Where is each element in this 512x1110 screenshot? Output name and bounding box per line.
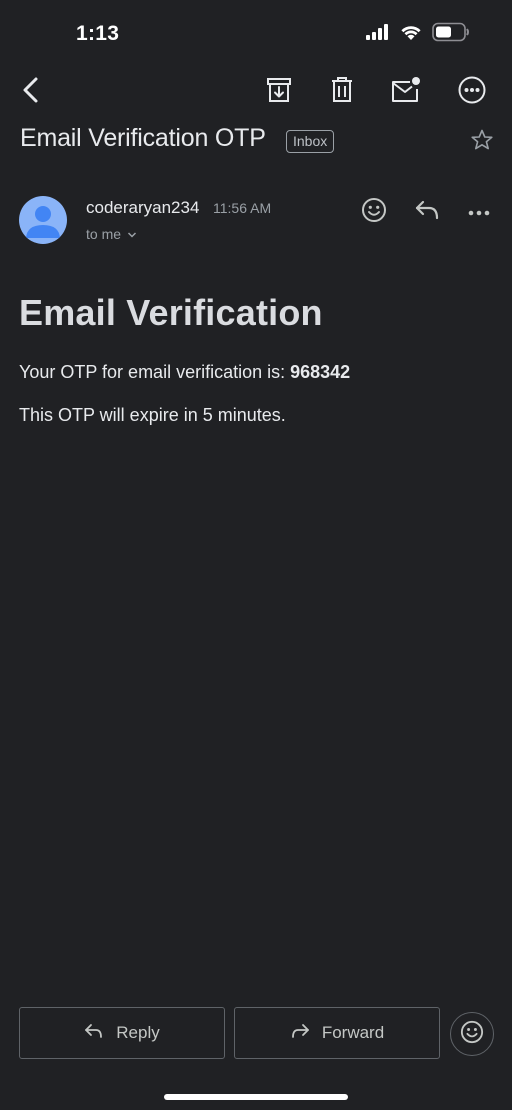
subject-row: Email Verification OTP Inbox: [20, 122, 493, 162]
more-horizontal-icon: [468, 203, 490, 221]
cellular-signal-icon: [366, 23, 390, 45]
otp-line: Your OTP for email verification is: 9683…: [19, 362, 350, 383]
email-toolbar: [0, 64, 512, 118]
forward-arrow-icon: [290, 1023, 310, 1044]
back-arrow-icon: [20, 76, 42, 109]
delete-button[interactable]: [322, 72, 362, 112]
react-emoji-button[interactable]: [356, 194, 392, 230]
forward-button[interactable]: Forward: [234, 1007, 440, 1059]
recipient-details-toggle[interactable]: to me: [86, 226, 137, 242]
home-indicator[interactable]: [164, 1094, 348, 1100]
mark-unread-icon: [391, 76, 421, 109]
sender-row: coderaryan234 11:56 AM to me: [19, 194, 493, 248]
more-icon: [457, 75, 487, 110]
avatar[interactable]: [19, 196, 67, 244]
message-more-button[interactable]: [461, 194, 497, 230]
reply-label: Reply: [116, 1023, 160, 1042]
emoji-reaction-button[interactable]: [450, 1012, 494, 1056]
archive-icon: [265, 76, 293, 109]
back-button[interactable]: [11, 72, 51, 112]
star-icon: [470, 128, 494, 157]
status-bar: 1:13: [0, 0, 512, 64]
reply-icon-button[interactable]: [409, 194, 445, 230]
mark-unread-button[interactable]: [386, 72, 426, 112]
email-subject: Email Verification OTP: [20, 124, 266, 152]
battery-icon: [432, 22, 470, 47]
email-body-heading: Email Verification: [19, 292, 323, 333]
sender-name: coderaryan234: [86, 198, 200, 217]
expiry-line: This OTP will expire in 5 minutes.: [19, 405, 286, 425]
more-options-button[interactable]: [452, 72, 492, 112]
person-icon: [26, 206, 60, 238]
inbox-label-chip[interactable]: Inbox: [286, 130, 335, 153]
reply-arrow-icon: [84, 1023, 104, 1044]
recipient-label: to me: [86, 226, 122, 242]
forward-label: Forward: [321, 1023, 385, 1042]
reply-button[interactable]: Reply: [19, 1007, 225, 1059]
chevron-down-icon: [127, 226, 137, 242]
smiley-icon: [361, 197, 387, 228]
otp-code: 968342: [290, 362, 351, 382]
status-icons: [366, 22, 470, 46]
star-button[interactable]: [464, 124, 500, 160]
email-time: 11:56 AM: [213, 200, 272, 216]
otp-prefix: Your OTP for email verification is:: [19, 362, 291, 382]
reply-icon: [414, 199, 440, 226]
archive-button[interactable]: [259, 72, 299, 112]
smiley-icon: [460, 1020, 484, 1049]
trash-icon: [329, 76, 355, 109]
wifi-icon: [399, 23, 423, 46]
status-time: 1:13: [76, 22, 120, 45]
